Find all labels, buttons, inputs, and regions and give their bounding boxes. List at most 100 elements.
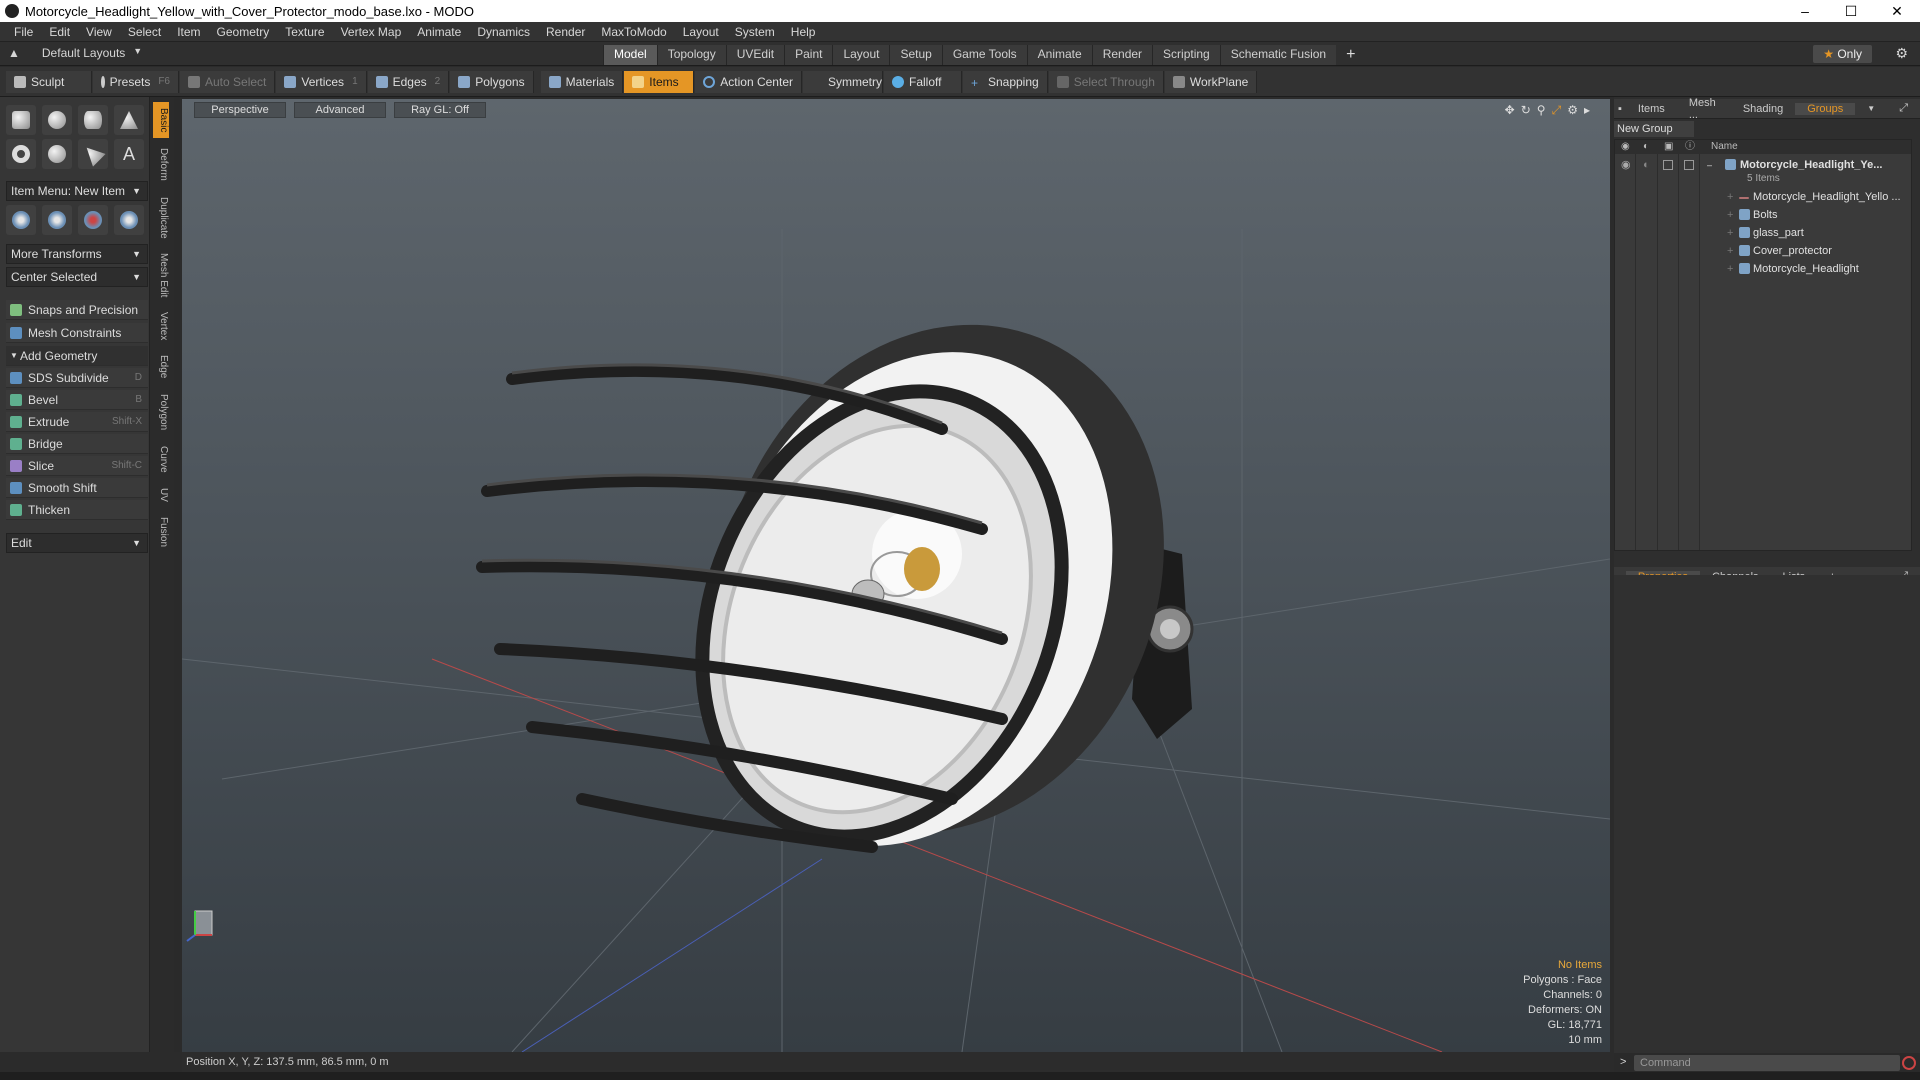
falloff-button[interactable]: Falloff	[883, 70, 962, 93]
menu-vertex-map[interactable]: Vertex Map	[333, 25, 410, 39]
more-transforms-dropdown[interactable]: More Transforms ▼	[6, 244, 148, 264]
menu-item[interactable]: Item	[169, 25, 208, 39]
tab-layout[interactable]: Layout	[832, 45, 890, 65]
action-center-button[interactable]: Action Center	[695, 70, 802, 93]
slice-button[interactable]: Slice Shift-C	[6, 456, 148, 476]
vtab-polygon[interactable]: Polygon	[153, 390, 169, 434]
menu-texture[interactable]: Texture	[277, 25, 332, 39]
smooth-shift-button[interactable]: Smooth Shift	[6, 478, 148, 498]
menu-select[interactable]: Select	[120, 25, 169, 39]
pen-icon[interactable]	[78, 139, 108, 169]
bridge-button[interactable]: Bridge	[6, 434, 148, 454]
tab-mesh[interactable]: Mesh ...	[1677, 97, 1731, 121]
menu-view[interactable]: View	[78, 25, 120, 39]
view-perspective-button[interactable]: Perspective	[194, 102, 286, 118]
select-checkbox[interactable]	[1684, 160, 1694, 170]
lock-checkbox[interactable]	[1663, 160, 1673, 170]
vtab-basic[interactable]: Basic	[153, 102, 169, 138]
item-menu-dropdown[interactable]: Item Menu: New Item ▼	[6, 181, 148, 201]
mesh-constraints-button[interactable]: Mesh Constraints	[6, 323, 148, 343]
tree-item[interactable]: + Cover_protector	[1615, 242, 1913, 260]
text-icon[interactable]: A	[114, 139, 144, 169]
menu-file[interactable]: File	[6, 25, 41, 39]
tab-shading[interactable]: Shading	[1731, 103, 1795, 115]
vtab-uv[interactable]: UV	[153, 484, 169, 506]
tab-items[interactable]: Items	[1626, 103, 1677, 115]
pan-icon[interactable]: ✥	[1505, 103, 1521, 117]
snapping-button[interactable]: + Snapping	[962, 70, 1048, 93]
add-geometry-header[interactable]: ▼ Add Geometry	[6, 346, 148, 366]
gear-icon[interactable]: ⚙	[1895, 45, 1908, 62]
panel-divider[interactable]	[174, 97, 180, 1052]
tab-model[interactable]: Model	[603, 45, 657, 65]
menu-maxtomodo[interactable]: MaxToModo	[593, 25, 674, 39]
shading-advanced-button[interactable]: Advanced	[294, 102, 386, 118]
eye-icon[interactable]: ◉	[1621, 140, 1630, 154]
3d-viewport[interactable]: Perspective Advanced Ray GL: Off ✥↻⚲⤢⚙▸ …	[182, 99, 1610, 1052]
command-input[interactable]: Command	[1634, 1055, 1900, 1071]
record-icon[interactable]	[1902, 1056, 1916, 1070]
transform-icon[interactable]	[114, 205, 144, 235]
sds-subdivide-button[interactable]: SDS Subdivide D	[6, 368, 148, 388]
tree-item[interactable]: + Bolts	[1615, 206, 1913, 224]
fit-icon[interactable]: ⤢	[1552, 103, 1568, 117]
vtab-vertex[interactable]: Vertex	[153, 308, 169, 344]
symmetry-button[interactable]: Symmetry	[802, 70, 883, 93]
minimize-button[interactable]: –	[1782, 0, 1828, 22]
vtab-fusion[interactable]: Fusion	[153, 514, 169, 550]
tab-topology[interactable]: Topology	[656, 45, 726, 65]
tab-groups[interactable]: Groups	[1795, 102, 1856, 115]
menu-animate[interactable]: Animate	[409, 25, 469, 39]
lock-icon[interactable]: ▣	[1664, 140, 1673, 154]
rotate-icon[interactable]	[42, 205, 72, 235]
menu-layout[interactable]: Layout	[675, 25, 727, 39]
tab-animate[interactable]: Animate	[1026, 45, 1092, 65]
select-icon[interactable]: ⓘ	[1685, 140, 1695, 154]
workplane-button[interactable]: WorkPlane	[1164, 70, 1258, 93]
menu-render[interactable]: Render	[538, 25, 593, 39]
extrude-button[interactable]: Extrude Shift-X	[6, 412, 148, 432]
tab-paint[interactable]: Paint	[784, 45, 833, 65]
snaps-precision-button[interactable]: Snaps and Precision	[6, 300, 148, 320]
tab-schematic-fusion[interactable]: Schematic Fusion	[1219, 45, 1337, 65]
thicken-button[interactable]: Thicken	[6, 500, 148, 520]
cube-icon[interactable]	[6, 105, 36, 135]
bevel-button[interactable]: Bevel B	[6, 390, 148, 410]
maximize-button[interactable]: ☐	[1828, 0, 1874, 22]
edges-button[interactable]: Edges 2	[367, 70, 450, 93]
rotate-view-icon[interactable]: ↻	[1521, 103, 1537, 117]
tree-item[interactable]: + Motorcycle_Headlight_Yello ...	[1615, 188, 1913, 206]
torus-icon[interactable]	[6, 139, 36, 169]
only-button[interactable]: ★ Only	[1813, 45, 1872, 63]
viewport-gear-icon[interactable]: ⚙	[1567, 103, 1584, 117]
cone-icon[interactable]	[114, 105, 144, 135]
sculpt-button[interactable]: Sculpt	[6, 70, 92, 93]
tree-item[interactable]: + glass_part	[1615, 224, 1913, 242]
menu-edit[interactable]: Edit	[41, 25, 78, 39]
materials-button[interactable]: Materials	[540, 70, 624, 93]
new-group-button[interactable]: New Group	[1614, 121, 1694, 137]
expand-icon[interactable]: ⤢	[1887, 102, 1920, 115]
vtab-edge[interactable]: Edge	[153, 352, 169, 382]
chevron-down-icon[interactable]: ▼	[1855, 104, 1887, 113]
tab-uvedit[interactable]: UVEdit	[725, 45, 785, 65]
tab-game-tools[interactable]: Game Tools	[941, 45, 1027, 65]
menu-geometry[interactable]: Geometry	[209, 25, 278, 39]
polygons-button[interactable]: Polygons	[450, 70, 534, 93]
add-tab-icon[interactable]: +	[1336, 45, 1365, 65]
capsule-icon[interactable]	[42, 139, 72, 169]
render-icon[interactable]: ◐	[1643, 140, 1649, 154]
cylinder-icon[interactable]	[78, 105, 108, 135]
vertices-button[interactable]: Vertices 1	[276, 70, 367, 93]
select-through-button[interactable]: Select Through	[1048, 70, 1164, 93]
items-button[interactable]: Items	[624, 70, 695, 93]
center-selected-dropdown[interactable]: Center Selected ▼	[6, 267, 148, 287]
viewport-menu-icon[interactable]: ▸	[1584, 103, 1596, 117]
scale-icon[interactable]	[78, 205, 108, 235]
vtab-duplicate[interactable]: Duplicate	[153, 192, 169, 244]
menu-system[interactable]: System	[727, 25, 783, 39]
tab-setup[interactable]: Setup	[889, 45, 942, 65]
edit-dropdown[interactable]: Edit ▼	[6, 533, 148, 553]
vtab-curve[interactable]: Curve	[153, 442, 169, 476]
layout-dropdown[interactable]: ▲ Default Layouts ▼	[8, 46, 142, 60]
